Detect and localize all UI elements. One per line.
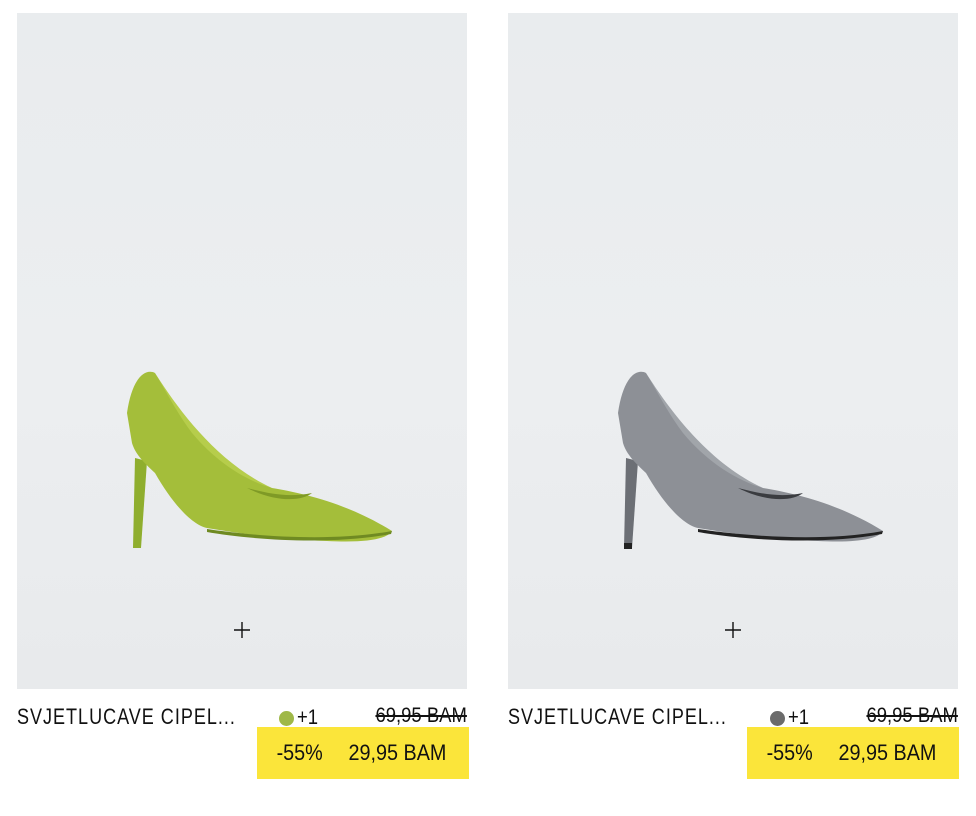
sale-price-badge: -55% 29,95 BAM [747, 727, 959, 779]
product-grid: SVJETLUCAVE CIPEL... +1 69,95 BAM -55% 2… [0, 0, 976, 816]
color-swatch[interactable] [770, 710, 785, 726]
green-glitter-pump-image [127, 371, 392, 548]
product-name[interactable]: SVJETLUCAVE CIPEL... [508, 704, 727, 730]
product-card[interactable]: SVJETLUCAVE CIPEL... +1 69,95 BAM [17, 13, 467, 729]
plus-icon [234, 622, 250, 638]
product-image[interactable] [17, 13, 467, 689]
product-info: SVJETLUCAVE CIPEL... +1 69,95 BAM [508, 689, 958, 729]
sale-price-badge: -55% 29,95 BAM [257, 727, 469, 779]
sale-price: 29,95 BAM [348, 740, 447, 765]
sale-price: 29,95 BAM [838, 740, 937, 765]
color-swatch[interactable] [279, 710, 294, 726]
product-name[interactable]: SVJETLUCAVE CIPEL... [17, 704, 236, 730]
plus-icon [725, 622, 741, 638]
product-card[interactable]: SVJETLUCAVE CIPEL... +1 69,95 BAM [508, 13, 958, 729]
silver-glitter-pump-image [618, 371, 883, 549]
add-to-cart-button[interactable] [712, 609, 754, 651]
original-price: 69,95 BAM [866, 704, 958, 727]
discount-percent: -55% [276, 740, 323, 765]
original-price: 69,95 BAM [375, 704, 467, 727]
product-info: SVJETLUCAVE CIPEL... +1 69,95 BAM [17, 689, 467, 729]
discount-percent: -55% [766, 740, 813, 765]
add-to-cart-button[interactable] [221, 609, 263, 651]
product-image[interactable] [508, 13, 958, 689]
